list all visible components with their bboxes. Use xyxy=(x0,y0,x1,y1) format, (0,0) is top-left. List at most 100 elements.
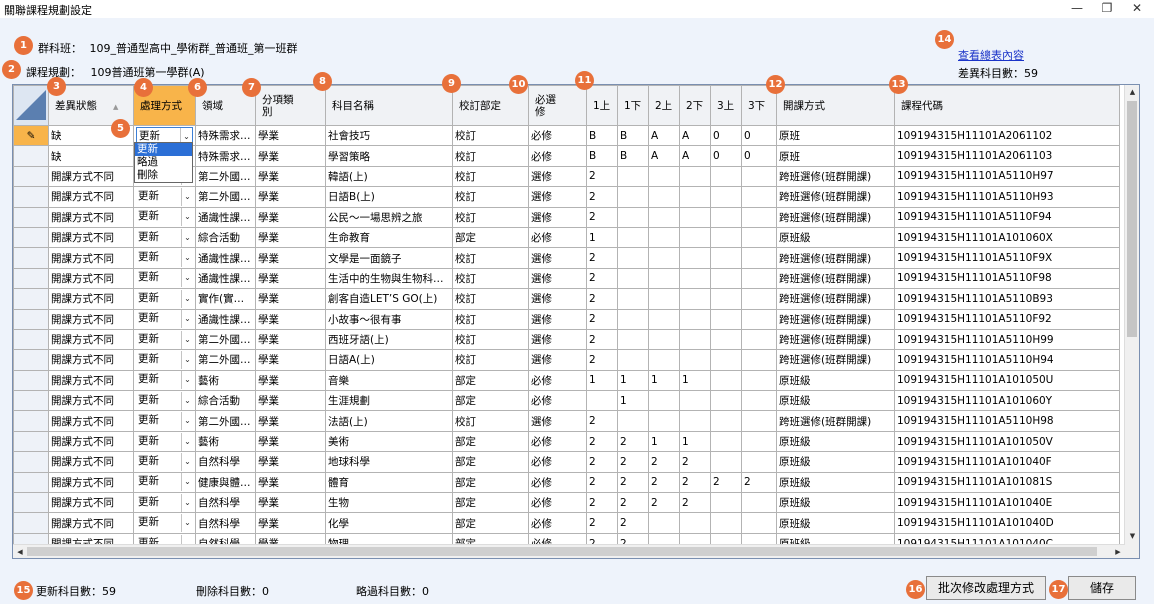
batch-modify-button[interactable]: 批次修改處理方式 xyxy=(926,576,1046,600)
chevron-down-icon[interactable]: ⌄ xyxy=(181,371,193,390)
handling-select[interactable]: 更新 ⌄ xyxy=(136,228,193,247)
cell-handling[interactable]: 更新 ⌄ xyxy=(133,288,196,310)
save-button[interactable]: 儲存 xyxy=(1068,576,1136,600)
chevron-down-icon[interactable]: ⌄ xyxy=(181,269,193,288)
cell-handling[interactable]: 更新 ⌄ xyxy=(133,186,196,208)
handling-select[interactable]: 更新 ⌄ xyxy=(136,473,193,492)
cell-handling[interactable]: 更新 ⌄ xyxy=(133,410,196,432)
cell-handling[interactable]: 更新 ⌄ xyxy=(133,471,196,494)
row-header[interactable] xyxy=(13,145,49,167)
cell-handling[interactable]: 更新 ⌄ xyxy=(133,247,196,269)
table-row[interactable]: 開課方式不同 更新 ⌄ 通識性課… 學業 生活中的生物與生物科… 校訂 選修 2 跨班選修(班群開… xyxy=(13,267,1120,290)
table-row[interactable]: 開課方式不同 更新 ⌄ 第二外國… 學業 日語A(上) 校訂 選修 2 跨班選修(班群開課) 109… xyxy=(13,349,1120,371)
table-row[interactable]: 開課方式不同 更新 ⌄ 健康與體… 學業 體育 部定 必修 2 2 2 2 2 2 原班級 109194315… xyxy=(13,471,1120,494)
col-header-required[interactable]: 必選 修 xyxy=(528,85,587,126)
handling-select[interactable]: 更新 ⌄ xyxy=(136,249,193,268)
chevron-down-icon[interactable]: ⌄ xyxy=(181,473,193,492)
table-row[interactable]: 開課方式不同 更新 ⌄ 通識性課… 學業 公民～一場思辨之旅 校訂 選修 2 跨班選修(班群開課)… xyxy=(13,206,1120,228)
chevron-down-icon[interactable]: ⌄ xyxy=(181,514,193,533)
col-header-course-code[interactable]: 課程代碼 xyxy=(894,85,1120,126)
col-header-1b[interactable]: 1下 xyxy=(617,85,649,126)
chevron-down-icon[interactable]: ⌄ xyxy=(181,330,193,349)
handling-select[interactable]: 更新 ⌄ xyxy=(136,310,193,329)
handling-select[interactable]: 更新 ⌄ xyxy=(136,514,193,533)
cell-handling[interactable]: 更新 ⌄ xyxy=(133,451,196,473)
handling-select[interactable]: 更新 ⌄ xyxy=(136,432,193,451)
vertical-scrollbar[interactable]: ▲ ▼ xyxy=(1124,85,1139,558)
row-header[interactable] xyxy=(13,410,49,432)
handling-select[interactable]: 更新 ⌄ xyxy=(136,371,193,390)
row-header[interactable] xyxy=(13,349,49,371)
horizontal-scroll-thumb[interactable] xyxy=(27,547,1097,556)
dropdown-option-update[interactable]: 更新 xyxy=(135,143,192,156)
scroll-down-icon[interactable]: ▼ xyxy=(1125,529,1139,544)
handling-select[interactable]: 更新 ⌄ xyxy=(136,412,193,431)
scroll-left-icon[interactable]: ◀ xyxy=(13,545,27,558)
chevron-down-icon[interactable]: ⌄ xyxy=(181,391,193,410)
chevron-down-icon[interactable]: ⌄ xyxy=(181,208,193,227)
handling-select[interactable]: 更新 ⌄ xyxy=(136,452,193,471)
cell-handling[interactable]: 更新 ⌄ xyxy=(133,430,196,453)
row-header[interactable] xyxy=(13,247,49,269)
col-header-subject[interactable]: 科目名稱 xyxy=(325,85,453,126)
restore-button[interactable]: ❐ xyxy=(1092,0,1122,18)
cell-handling[interactable]: 更新 ⌄ xyxy=(133,369,196,392)
row-header[interactable] xyxy=(13,451,49,473)
col-header-3a[interactable]: 3上 xyxy=(710,85,742,126)
col-header-2a[interactable]: 2上 xyxy=(648,85,680,126)
dropdown-option-delete[interactable]: 刪除 xyxy=(135,169,192,182)
scroll-up-icon[interactable]: ▲ xyxy=(1125,85,1139,100)
row-header[interactable] xyxy=(13,492,49,514)
chevron-down-icon[interactable]: ⌄ xyxy=(181,452,193,471)
table-row[interactable]: 開課方式不同 更新 ⌄ 自然科學 學業 地球科學 部定 必修 2 2 2 2 原班級 109194315H… xyxy=(13,451,1120,473)
row-header[interactable] xyxy=(13,165,49,188)
row-header[interactable] xyxy=(13,288,49,310)
select-all-corner[interactable] xyxy=(13,85,49,126)
vertical-scroll-thumb[interactable] xyxy=(1127,101,1137,337)
table-row[interactable]: 開課方式不同 更新 ⌄ 藝術 學業 美術 部定 必修 2 2 1 1 原班級 109194315H1110… xyxy=(13,430,1120,453)
table-row[interactable]: 開課方式不同 更新 ⌄ 實作(實… 學業 創客自造LET’S GO(上) 校訂 選修 2 跨班選修… xyxy=(13,288,1120,310)
handling-select[interactable]: 更新 ⌄ xyxy=(136,187,193,206)
chevron-down-icon[interactable]: ⌄ xyxy=(181,412,193,431)
table-row[interactable]: 開課方式不同 更新 ⌄ 通識性課… 學業 文學是一面鏡子 校訂 選修 2 跨班選修(班群開課) 10… xyxy=(13,247,1120,269)
col-header-2b[interactable]: 2下 xyxy=(679,85,711,126)
table-row[interactable]: 開課方式不同 更新 ⌄ 綜合活動 學業 生涯規劃 部定 必修 1 原班級 109194315H111… xyxy=(13,390,1120,412)
row-header[interactable]: ✎ xyxy=(13,124,49,147)
chevron-down-icon[interactable]: ⌄ xyxy=(181,228,193,247)
handling-select[interactable]: 更新 ⌄ xyxy=(136,208,193,227)
row-header[interactable] xyxy=(13,206,49,228)
handling-select[interactable]: 更新 ⌄ xyxy=(136,350,193,369)
dropdown-option-skip[interactable]: 略過 xyxy=(135,156,192,169)
cell-handling[interactable]: 更新 ⌄ xyxy=(133,492,196,514)
chevron-down-icon[interactable]: ⌄ xyxy=(181,310,193,329)
handling-select[interactable]: 更新 ⌄ xyxy=(136,289,193,308)
row-header[interactable] xyxy=(13,512,49,534)
view-summary-link[interactable]: 查看總表內容 xyxy=(958,47,1024,63)
row-header[interactable] xyxy=(13,390,49,412)
cell-handling[interactable]: 更新 ⌄ xyxy=(133,328,196,351)
cell-handling[interactable]: 更新 ⌄ xyxy=(133,512,196,534)
row-header[interactable] xyxy=(13,471,49,494)
row-header[interactable] xyxy=(13,308,49,330)
minimize-button[interactable]: — xyxy=(1062,0,1092,18)
row-header[interactable] xyxy=(13,186,49,208)
col-header-1a[interactable]: 1上 xyxy=(586,85,618,126)
row-header[interactable] xyxy=(13,328,49,351)
table-row[interactable]: 開課方式不同 更新 ⌄ 第二外國… 學業 西班牙語(上) 校訂 選修 2 跨班選修(班群開課) 10… xyxy=(13,328,1120,351)
table-row[interactable]: 開課方式不同 更新 ⌄ 自然科學 學業 生物 部定 必修 2 2 2 2 原班級 109194315H11… xyxy=(13,492,1120,514)
handling-select[interactable]: 更新 ⌄ xyxy=(136,391,193,410)
row-header[interactable] xyxy=(13,226,49,249)
table-row[interactable]: 開課方式不同 更新 ⌄ 通識性課… 學業 小故事～很有事 校訂 選修 2 跨班選修(班群開課) 10… xyxy=(13,308,1120,330)
chevron-down-icon[interactable]: ⌄ xyxy=(181,289,193,308)
table-row[interactable]: 開課方式不同 更新 ⌄ 第二外國… 學業 法語(上) 校訂 選修 2 跨班選修(班群開課) 1091… xyxy=(13,410,1120,432)
horizontal-scrollbar[interactable]: ◀ ▶ xyxy=(13,544,1125,558)
cell-handling[interactable]: 更新 ⌄ xyxy=(133,267,196,290)
row-header[interactable] xyxy=(13,430,49,453)
table-row[interactable]: 開課方式不同 更新 ⌄ 藝術 學業 音樂 部定 必修 1 1 1 1 原班級 109194315H1110… xyxy=(13,369,1120,392)
chevron-down-icon[interactable]: ⌄ xyxy=(181,432,193,451)
table-row[interactable]: 開課方式不同 更新 ⌄ 第二外國… 學業 日語B(上) 校訂 選修 2 跨班選修(班群開課) 109… xyxy=(13,186,1120,208)
row-header[interactable] xyxy=(13,369,49,392)
table-row[interactable]: 開課方式不同 更新 ⌄ 自然科學 學業 化學 部定 必修 2 2 原班級 109194315H1110… xyxy=(13,512,1120,534)
row-header[interactable] xyxy=(13,267,49,290)
handling-dropdown-list[interactable]: 更新 略過 刪除 xyxy=(134,142,193,183)
